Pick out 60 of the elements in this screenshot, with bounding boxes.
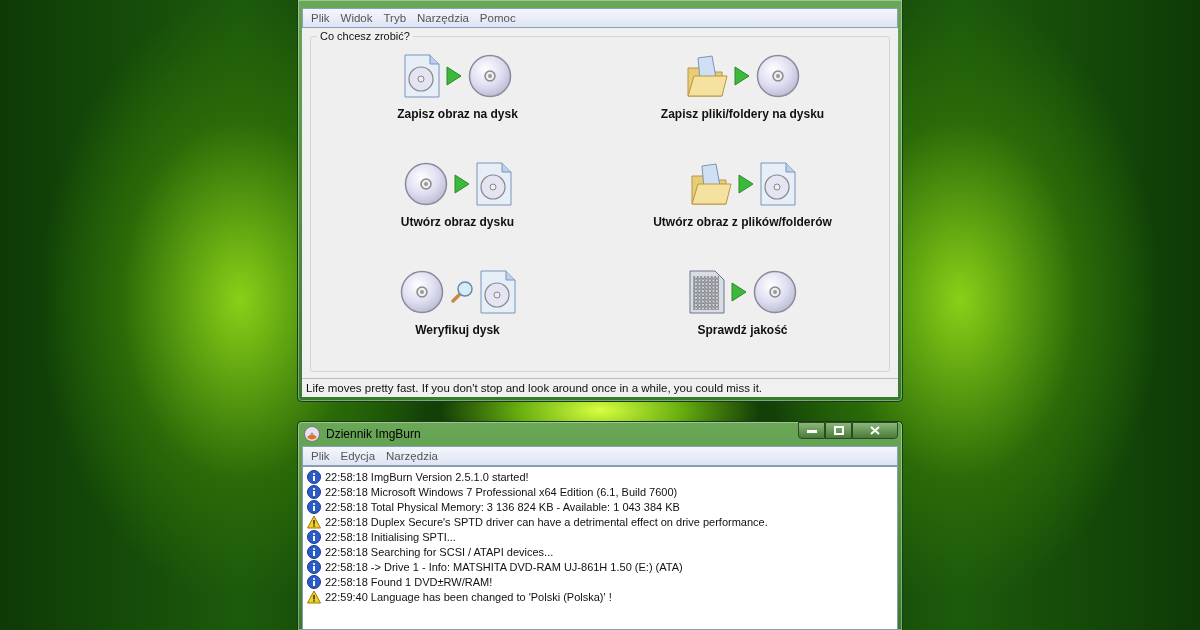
log-entry: 22:59:40 Language has been changed to 'Polski (Polska)' !	[325, 590, 612, 603]
magnifier-icon	[449, 280, 474, 304]
menu-item[interactable]: Narzędzia	[413, 12, 473, 24]
info-icon	[307, 574, 321, 589]
task-button[interactable]: Zapisz pliki/foldery na dysku	[600, 53, 885, 147]
log-entry: 22:58:18 Microsoft Windows 7 Professional x64 Edition (6.1, Build 7600)	[325, 485, 678, 498]
menu-item[interactable]: Plik	[307, 450, 334, 462]
window-title: Dziennik ImgBurn	[326, 427, 421, 441]
disc-icon	[752, 270, 797, 314]
play-arrow-icon	[737, 174, 754, 194]
disc-image-file-icon	[475, 162, 512, 206]
group-title: Co chcesz zrobić?	[317, 30, 413, 42]
menu-item[interactable]: Widok	[336, 12, 377, 24]
play-arrow-icon	[453, 174, 470, 194]
menu-item[interactable]: Tryb	[379, 12, 411, 24]
play-arrow-icon	[730, 282, 747, 302]
warning-icon	[307, 514, 321, 529]
info-icon	[307, 499, 321, 514]
app-disc-icon	[304, 426, 320, 442]
status-text: Life moves pretty fast. If you don't stop and look around once in a while, you could miss it.	[306, 382, 763, 394]
task-button[interactable]: Sprawdź jakość	[600, 269, 885, 363]
document-icon	[688, 270, 725, 314]
task-button[interactable]: Zapisz obraz na dysk	[315, 53, 600, 147]
task-button[interactable]: Utwórz obraz dysku	[315, 161, 600, 255]
warning-icon	[307, 589, 321, 604]
task-button[interactable]: Utwórz obraz z plików/folderów	[600, 161, 885, 255]
menu-item[interactable]: Narzędzia	[382, 450, 442, 462]
log-entry: 22:58:18 ImgBurn Version 2.5.1.0 started!	[325, 470, 529, 483]
close-button[interactable]	[852, 422, 898, 439]
folder-icon	[689, 162, 732, 206]
disc-icon	[467, 54, 512, 98]
info-icon	[307, 484, 321, 499]
log-entry: 22:58:18 Found 1 DVD±RW/RAM!	[325, 575, 493, 588]
menu-item[interactable]: Edycja	[336, 450, 380, 462]
info-icon	[307, 544, 321, 559]
log-entry: 22:58:18 -> Drive 1 - Info: MATSHITA DVD-RAM UJ-861H 1.50 (E:) (ATA)	[325, 560, 683, 573]
disc-icon	[755, 54, 800, 98]
minimize-button[interactable]	[798, 422, 825, 439]
disc-image-file-icon	[759, 162, 796, 206]
log-entry: 22:58:18 Initialising SPTI...	[325, 530, 456, 543]
info-icon	[307, 469, 321, 484]
maximize-button[interactable]	[825, 422, 852, 439]
log-entry: 22:58:18 Searching for SCSI / ATAPI devices...	[325, 545, 554, 558]
log-entry: 22:58:18 Duplex Secure's SPTD driver can have a detrimental effect on drive performance.	[325, 515, 768, 528]
task-button[interactable]: Weryfikuj dysk	[315, 269, 600, 363]
close-icon	[870, 426, 880, 435]
disc-icon	[399, 270, 444, 314]
disc-image-file-icon	[479, 270, 516, 314]
menu-item[interactable]: Plik	[307, 12, 334, 24]
log-entry: 22:58:18 Total Physical Memory: 3 136 824 KB - Available: 1 043 384 KB	[325, 500, 680, 513]
folder-icon	[685, 54, 728, 98]
info-icon	[307, 529, 321, 544]
menu-item[interactable]: Pomoc	[475, 12, 520, 24]
disc-icon	[403, 162, 448, 206]
play-arrow-icon	[445, 66, 462, 86]
play-arrow-icon	[733, 66, 750, 86]
info-icon	[307, 559, 321, 574]
minimize-icon	[806, 428, 817, 433]
disc-image-file-icon	[403, 54, 440, 98]
maximize-icon	[833, 426, 844, 435]
